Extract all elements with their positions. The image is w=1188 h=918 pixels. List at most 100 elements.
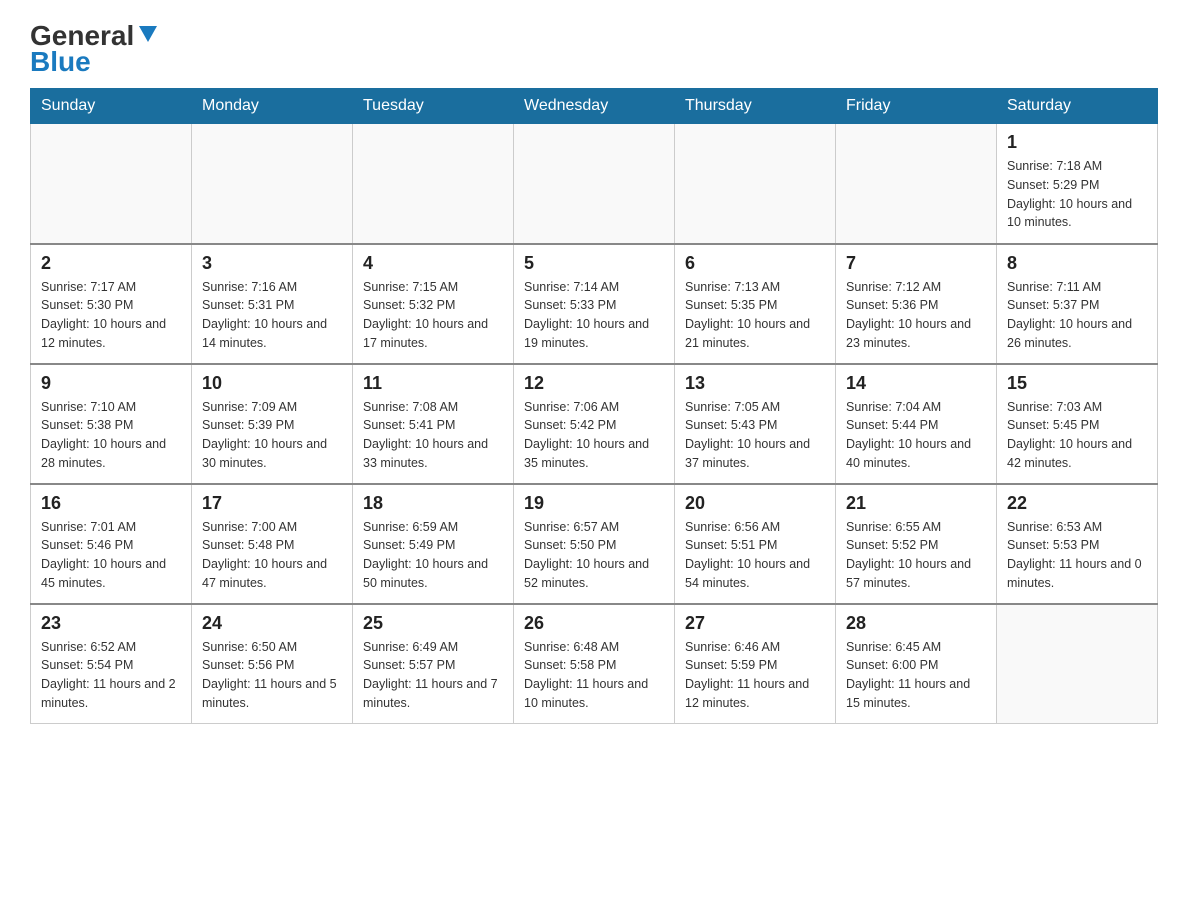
weekday-header-saturday: Saturday [997, 89, 1158, 124]
day-info: Sunrise: 7:01 AM Sunset: 5:46 PM Dayligh… [41, 518, 181, 593]
day-info: Sunrise: 7:08 AM Sunset: 5:41 PM Dayligh… [363, 398, 503, 473]
calendar-cell [836, 124, 997, 244]
weekday-header-thursday: Thursday [675, 89, 836, 124]
day-info: Sunrise: 6:49 AM Sunset: 5:57 PM Dayligh… [363, 638, 503, 713]
day-info: Sunrise: 7:10 AM Sunset: 5:38 PM Dayligh… [41, 398, 181, 473]
day-info: Sunrise: 7:14 AM Sunset: 5:33 PM Dayligh… [524, 278, 664, 353]
calendar-table: SundayMondayTuesdayWednesdayThursdayFrid… [30, 88, 1158, 724]
day-info: Sunrise: 6:45 AM Sunset: 6:00 PM Dayligh… [846, 638, 986, 713]
calendar-cell: 13 Sunrise: 7:05 AM Sunset: 5:43 PM Dayli… [675, 364, 836, 484]
day-info: Sunrise: 7:17 AM Sunset: 5:30 PM Dayligh… [41, 278, 181, 353]
day-info: Sunrise: 7:16 AM Sunset: 5:31 PM Dayligh… [202, 278, 342, 353]
logo-blue-text: Blue [30, 46, 91, 78]
calendar-cell: 3 Sunrise: 7:16 AM Sunset: 5:31 PM Daylig… [192, 244, 353, 364]
day-number: 6 [685, 253, 825, 274]
calendar-cell [31, 124, 192, 244]
calendar-cell: 11 Sunrise: 7:08 AM Sunset: 5:41 PM Dayli… [353, 364, 514, 484]
page-header: General Blue [30, 20, 1158, 78]
day-number: 28 [846, 613, 986, 634]
calendar-cell: 15 Sunrise: 7:03 AM Sunset: 5:45 PM Dayli… [997, 364, 1158, 484]
day-number: 3 [202, 253, 342, 274]
logo: General Blue [30, 20, 157, 78]
day-info: Sunrise: 6:48 AM Sunset: 5:58 PM Dayligh… [524, 638, 664, 713]
day-number: 5 [524, 253, 664, 274]
calendar-cell [675, 124, 836, 244]
calendar-cell [353, 124, 514, 244]
calendar-cell [192, 124, 353, 244]
calendar-cell: 19 Sunrise: 6:57 AM Sunset: 5:50 PM Dayli… [514, 484, 675, 604]
day-info: Sunrise: 7:04 AM Sunset: 5:44 PM Dayligh… [846, 398, 986, 473]
day-info: Sunrise: 6:46 AM Sunset: 5:59 PM Dayligh… [685, 638, 825, 713]
calendar-cell: 12Sunrise: 7:06 AM Sunset: 5:42 PM Dayli… [514, 364, 675, 484]
day-info: Sunrise: 6:57 AM Sunset: 5:50 PM Dayligh… [524, 518, 664, 593]
day-info: Sunrise: 7:18 AM Sunset: 5:29 PM Dayligh… [1007, 157, 1147, 232]
weekday-header-monday: Monday [192, 89, 353, 124]
calendar-cell [997, 604, 1158, 724]
day-number: 9 [41, 373, 181, 394]
day-info: Sunrise: 6:55 AM Sunset: 5:52 PM Dayligh… [846, 518, 986, 593]
calendar-week-row: 16 Sunrise: 7:01 AM Sunset: 5:46 PM Dayli… [31, 484, 1158, 604]
calendar-cell: 6 Sunrise: 7:13 AM Sunset: 5:35 PM Daylig… [675, 244, 836, 364]
logo-triangle-icon [139, 26, 157, 47]
day-number: 7 [846, 253, 986, 274]
day-number: 2 [41, 253, 181, 274]
day-info: Sunrise: 6:59 AM Sunset: 5:49 PM Dayligh… [363, 518, 503, 593]
calendar-cell: 4 Sunrise: 7:15 AM Sunset: 5:32 PM Daylig… [353, 244, 514, 364]
calendar-cell: 24 Sunrise: 6:50 AM Sunset: 5:56 PM Dayli… [192, 604, 353, 724]
day-info: Sunrise: 6:52 AM Sunset: 5:54 PM Dayligh… [41, 638, 181, 713]
day-info: Sunrise: 7:13 AM Sunset: 5:35 PM Dayligh… [685, 278, 825, 353]
calendar-cell: 17 Sunrise: 7:00 AM Sunset: 5:48 PM Dayli… [192, 484, 353, 604]
calendar-cell: 10 Sunrise: 7:09 AM Sunset: 5:39 PM Dayli… [192, 364, 353, 484]
day-number: 11 [363, 373, 503, 394]
calendar-cell: 22Sunrise: 6:53 AM Sunset: 5:53 PM Dayli… [997, 484, 1158, 604]
day-info: Sunrise: 7:05 AM Sunset: 5:43 PM Dayligh… [685, 398, 825, 473]
calendar-cell [514, 124, 675, 244]
day-number: 15 [1007, 373, 1147, 394]
calendar-cell: 23Sunrise: 6:52 AM Sunset: 5:54 PM Dayli… [31, 604, 192, 724]
day-number: 10 [202, 373, 342, 394]
calendar-cell: 26 Sunrise: 6:48 AM Sunset: 5:58 PM Dayli… [514, 604, 675, 724]
day-number: 12 [524, 373, 664, 394]
day-info: Sunrise: 7:12 AM Sunset: 5:36 PM Dayligh… [846, 278, 986, 353]
day-number: 20 [685, 493, 825, 514]
day-info: Sunrise: 7:09 AM Sunset: 5:39 PM Dayligh… [202, 398, 342, 473]
calendar-week-row: 23Sunrise: 6:52 AM Sunset: 5:54 PM Dayli… [31, 604, 1158, 724]
day-number: 27 [685, 613, 825, 634]
day-info: Sunrise: 7:03 AM Sunset: 5:45 PM Dayligh… [1007, 398, 1147, 473]
calendar-week-row: 1Sunrise: 7:18 AM Sunset: 5:29 PM Daylig… [31, 124, 1158, 244]
calendar-cell: 5 Sunrise: 7:14 AM Sunset: 5:33 PM Daylig… [514, 244, 675, 364]
day-number: 18 [363, 493, 503, 514]
calendar-cell: 20 Sunrise: 6:56 AM Sunset: 5:51 PM Dayli… [675, 484, 836, 604]
calendar-cell: 16 Sunrise: 7:01 AM Sunset: 5:46 PM Dayli… [31, 484, 192, 604]
day-number: 25 [363, 613, 503, 634]
calendar-week-row: 2 Sunrise: 7:17 AM Sunset: 5:30 PM Daylig… [31, 244, 1158, 364]
day-number: 19 [524, 493, 664, 514]
day-number: 4 [363, 253, 503, 274]
day-number: 26 [524, 613, 664, 634]
calendar-header-row: SundayMondayTuesdayWednesdayThursdayFrid… [31, 89, 1158, 124]
day-info: Sunrise: 7:00 AM Sunset: 5:48 PM Dayligh… [202, 518, 342, 593]
weekday-header-wednesday: Wednesday [514, 89, 675, 124]
calendar-cell: 2 Sunrise: 7:17 AM Sunset: 5:30 PM Daylig… [31, 244, 192, 364]
day-number: 13 [685, 373, 825, 394]
day-number: 16 [41, 493, 181, 514]
calendar-cell: 18 Sunrise: 6:59 AM Sunset: 5:49 PM Dayli… [353, 484, 514, 604]
day-number: 22 [1007, 493, 1147, 514]
calendar-cell: 28 Sunrise: 6:45 AM Sunset: 6:00 PM Dayli… [836, 604, 997, 724]
day-number: 24 [202, 613, 342, 634]
day-info: Sunrise: 7:11 AM Sunset: 5:37 PM Dayligh… [1007, 278, 1147, 353]
day-info: Sunrise: 6:56 AM Sunset: 5:51 PM Dayligh… [685, 518, 825, 593]
day-number: 17 [202, 493, 342, 514]
calendar-week-row: 9 Sunrise: 7:10 AM Sunset: 5:38 PM Daylig… [31, 364, 1158, 484]
calendar-cell: 14Sunrise: 7:04 AM Sunset: 5:44 PM Dayli… [836, 364, 997, 484]
weekday-header-sunday: Sunday [31, 89, 192, 124]
calendar-cell: 8 Sunrise: 7:11 AM Sunset: 5:37 PM Daylig… [997, 244, 1158, 364]
calendar-cell: 25 Sunrise: 6:49 AM Sunset: 5:57 PM Dayli… [353, 604, 514, 724]
calendar-cell: 1Sunrise: 7:18 AM Sunset: 5:29 PM Daylig… [997, 124, 1158, 244]
day-info: Sunrise: 6:50 AM Sunset: 5:56 PM Dayligh… [202, 638, 342, 713]
calendar-cell: 21 Sunrise: 6:55 AM Sunset: 5:52 PM Dayli… [836, 484, 997, 604]
day-number: 8 [1007, 253, 1147, 274]
day-number: 21 [846, 493, 986, 514]
day-info: Sunrise: 7:15 AM Sunset: 5:32 PM Dayligh… [363, 278, 503, 353]
calendar-cell: 27 Sunrise: 6:46 AM Sunset: 5:59 PM Dayli… [675, 604, 836, 724]
